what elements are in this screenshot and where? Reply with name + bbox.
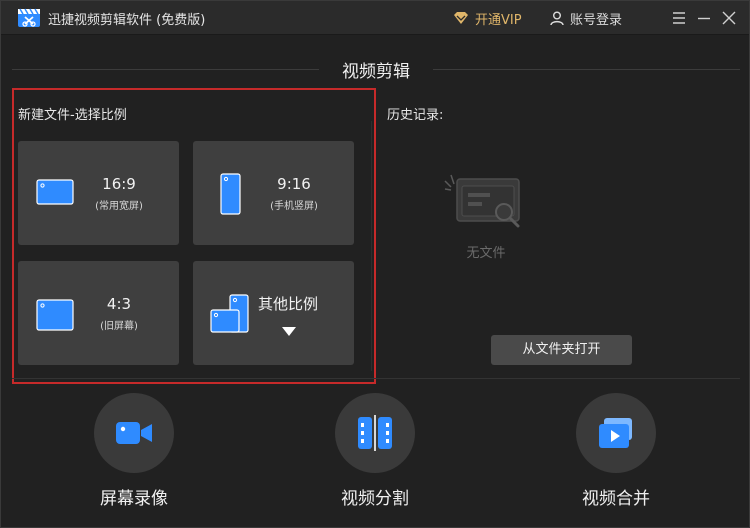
tool-icon-circle: [576, 393, 656, 473]
ratio-card-16-9[interactable]: 16:9 (常用宽屏): [18, 141, 179, 245]
landscape-screen-icon: [36, 179, 74, 205]
empty-file-icon: [444, 174, 520, 228]
tool-screen-record[interactable]: 屏幕录像: [64, 393, 204, 513]
ratio-value: 其他比例: [257, 295, 318, 313]
tool-label: 视频合并: [582, 489, 650, 509]
ratio-description: (旧屏幕): [100, 321, 138, 332]
new-file-label: 新建文件-选择比例: [18, 108, 127, 123]
history-label: 历史记录:: [387, 108, 444, 123]
account-label: 账号登录: [570, 12, 623, 28]
ratio-value: 4:3: [106, 295, 132, 313]
camera-icon: [116, 422, 152, 444]
tool-video-split[interactable]: 视频分割: [305, 393, 445, 513]
video-merge-icon: [599, 418, 632, 448]
app-title: 迅捷视频剪辑软件 (免费版): [48, 13, 206, 28]
ratio-card-9-16[interactable]: 9:16 (手机竖屏): [193, 141, 354, 245]
ratio-value: 9:16: [277, 175, 311, 193]
portrait-phone-icon: [220, 173, 241, 215]
minimize-icon[interactable]: [695, 9, 713, 27]
menu-icon[interactable]: [670, 9, 688, 27]
header-divider-right: [433, 69, 740, 70]
close-icon[interactable]: [720, 9, 738, 27]
ratio-description: (手机竖屏): [270, 201, 318, 212]
panel-divider: [371, 121, 372, 371]
app-window: 迅捷视频剪辑软件 (免费版) 开通VIP 账号登录 视频剪辑 新建文件-选择比例…: [0, 0, 750, 528]
vip-label: 开通VIP: [475, 12, 522, 28]
empty-history-text: 无文件: [466, 246, 506, 261]
triangle-down-icon[interactable]: [282, 327, 296, 337]
tool-video-merge[interactable]: 视频合并: [546, 393, 686, 513]
title-bar: 迅捷视频剪辑软件 (免费版) 开通VIP 账号登录: [1, 1, 749, 35]
ratio-card-other[interactable]: 其他比例: [193, 261, 354, 365]
tool-icon-circle: [335, 393, 415, 473]
account-login-button[interactable]: 账号登录: [550, 9, 623, 28]
multi-ratio-icon: [210, 294, 249, 333]
open-from-folder-button[interactable]: 从文件夹打开: [491, 335, 632, 365]
app-logo-icon: [18, 8, 40, 27]
ratio-card-4-3[interactable]: 4:3 (旧屏幕): [18, 261, 179, 365]
user-icon: [550, 11, 564, 25]
tool-label: 视频分割: [341, 489, 409, 509]
tool-icon-circle: [94, 393, 174, 473]
tool-label: 屏幕录像: [100, 489, 168, 509]
monitor-screen-icon: [36, 299, 74, 331]
film-split-icon: [358, 415, 392, 451]
ratio-value: 16:9: [102, 175, 136, 193]
vip-button[interactable]: 开通VIP: [453, 9, 522, 28]
ratio-description: (常用宽屏): [95, 201, 143, 212]
tools-divider: [12, 378, 740, 379]
diamond-icon: [454, 12, 468, 24]
